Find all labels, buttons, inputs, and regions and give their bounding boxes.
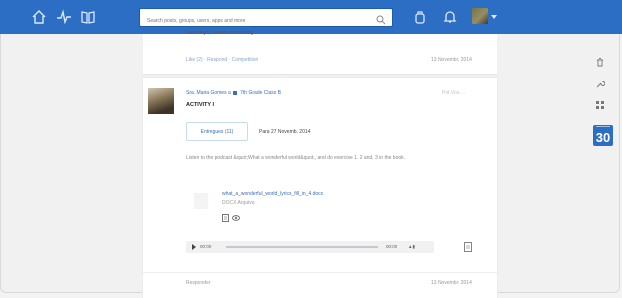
reply-link[interactable]: Responder	[186, 280, 210, 286]
backpack-icon[interactable]	[412, 9, 428, 25]
calendar-icon[interactable]: 30	[593, 125, 613, 146]
previous-post-actions: Like (2) · Respond · Competition	[186, 57, 259, 63]
attachment-actions	[222, 209, 242, 222]
eye-icon[interactable]	[232, 215, 240, 221]
author-link[interactable]: Sra. Maria Gomes	[186, 90, 227, 96]
author-avatar[interactable]	[148, 88, 174, 114]
top-navbar	[0, 0, 622, 34]
chevron-down-icon[interactable]	[491, 15, 497, 19]
post-title: ACTIVITY I	[186, 102, 215, 108]
share-link[interactable]: Competition	[232, 57, 259, 63]
transcript-icon[interactable]	[464, 242, 472, 252]
like-link[interactable]: Like (2)	[186, 57, 203, 63]
bell-icon[interactable]	[442, 9, 458, 25]
attachment-link[interactable]: what_a_wonderful_world_lyrics_fill_in_4.…	[222, 191, 323, 197]
submissions-button[interactable]: Entregues (11)	[186, 122, 248, 141]
search-icon[interactable]	[376, 12, 386, 25]
post-byline: Sra. Maria Gomes a 7th Grade Class B	[186, 90, 281, 96]
attachment-type: DOCX Arquivo	[222, 200, 255, 206]
activity-icon[interactable]	[56, 9, 72, 25]
previous-post-card	[143, 34, 497, 75]
file-thumbnail[interactable]	[194, 193, 208, 209]
current-time: 00:00	[200, 244, 212, 249]
grid-icon[interactable]	[595, 100, 605, 110]
document-icon[interactable]	[222, 214, 229, 222]
post-options-link[interactable]: Pot Vou ...	[442, 90, 465, 96]
wrench-icon[interactable]	[595, 79, 605, 89]
search-bar	[139, 8, 393, 30]
assignment-description: Listen to the podcast &quot;What a wonde…	[186, 155, 406, 161]
divider	[143, 272, 497, 273]
reply-link[interactable]: Respond	[207, 57, 227, 63]
post-date: 13 Novembr. 2014	[431, 280, 472, 286]
previous-post-text: l and days, basses and sorting	[186, 30, 254, 36]
due-date: Para 27 Novemb. 2014	[259, 129, 311, 135]
progress-slider[interactable]	[226, 246, 378, 248]
group-link[interactable]: 7th Grade Class B	[240, 90, 281, 96]
play-icon[interactable]	[192, 244, 196, 250]
trash-icon[interactable]	[595, 57, 605, 67]
previous-post-date: 13 Novembr. 2014	[431, 57, 472, 63]
group-icon	[232, 90, 237, 95]
user-avatar[interactable]	[472, 8, 488, 24]
search-input[interactable]	[145, 12, 369, 30]
assignment-status: Entregues (11) Para 27 Novemb. 2014	[186, 122, 486, 141]
library-icon[interactable]	[80, 9, 96, 25]
duration: 00:00	[386, 244, 398, 249]
volume-icon[interactable]: ▲▮	[408, 244, 415, 250]
calendar-day: 30	[595, 130, 611, 145]
home-icon[interactable]	[31, 9, 47, 25]
audio-player: 00:00 00:00 ▲▮	[186, 241, 434, 253]
assignment-post-card	[143, 78, 497, 298]
